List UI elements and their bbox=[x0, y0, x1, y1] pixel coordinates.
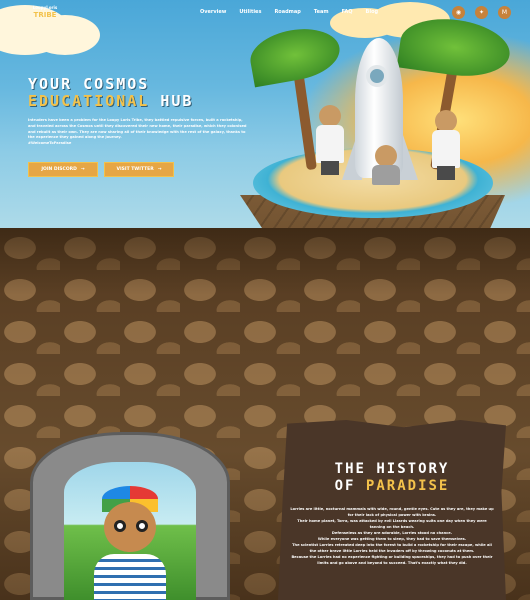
nav-link-roadmap[interactable]: Roadmap bbox=[274, 9, 300, 15]
history-text: Lorries are little, nocturnal mammals wi… bbox=[290, 506, 494, 566]
visit-twitter-button[interactable]: VISIT TWITTER → bbox=[104, 162, 174, 177]
loris-eye bbox=[114, 520, 126, 532]
hero-heading-rest: HUB bbox=[149, 92, 194, 110]
hero-intro-text: Intruders have been a problem for the Lo… bbox=[28, 118, 247, 140]
brand-logo[interactable]: LoopyLoris TRIBE bbox=[28, 5, 62, 21]
loris-portrait-illustration bbox=[64, 462, 196, 600]
nav-menu: Overview Utilities Roadmap Team FAQ Blog bbox=[200, 9, 378, 15]
nav-link-faq[interactable]: FAQ bbox=[342, 9, 353, 15]
hero-intro: Intruders have been a problem for the Lo… bbox=[28, 118, 248, 147]
history-heading-of: OF bbox=[334, 478, 366, 494]
nav-link-utilities[interactable]: Utilities bbox=[239, 9, 261, 15]
nav-link-overview[interactable]: Overview bbox=[200, 9, 226, 15]
history-heading-line2: OF PARADISE bbox=[278, 478, 506, 495]
loris-head bbox=[104, 502, 156, 552]
join-discord-label: JOIN DISCORD bbox=[41, 167, 77, 172]
history-paragraph: Because the Lorries had no experience fi… bbox=[291, 555, 493, 565]
twitter-icon[interactable]: ✦ bbox=[475, 6, 488, 19]
scientist-loris-character bbox=[432, 110, 460, 185]
social-links: ◉ ✦ M bbox=[452, 6, 511, 19]
kneeling-loris-character bbox=[372, 145, 402, 190]
logo-text-tribe: TRIBE bbox=[33, 11, 57, 19]
discord-icon[interactable]: ◉ bbox=[452, 6, 465, 19]
nav-link-blog[interactable]: Blog bbox=[366, 9, 379, 15]
nav-link-team[interactable]: Team bbox=[314, 9, 329, 15]
history-paragraph: Lorries are little, nocturnal mammals wi… bbox=[290, 507, 494, 517]
hero-heading-highlight: EDUCATIONAL bbox=[28, 92, 150, 110]
arrow-right-icon: → bbox=[157, 167, 162, 172]
hero-heading-line1: YOUR COSMOS bbox=[28, 75, 150, 93]
history-heading-line1: THE HISTORY bbox=[334, 461, 450, 477]
join-discord-button[interactable]: JOIN DISCORD → bbox=[28, 162, 98, 177]
top-navigation: LoopyLoris TRIBE Overview Utilities Road… bbox=[0, 0, 530, 26]
rocket-window bbox=[366, 65, 388, 87]
history-heading: THE HISTORY OF PARADISE bbox=[278, 461, 506, 495]
medium-icon[interactable]: M bbox=[498, 6, 511, 19]
hero-hashtag: #WelcomeToParadise bbox=[28, 141, 72, 146]
arrow-right-icon: → bbox=[80, 167, 85, 172]
history-paragraph: Their home planet, Torra, was attacked b… bbox=[297, 519, 487, 529]
scientist-loris-character bbox=[316, 105, 344, 180]
hero-heading: YOUR COSMOS EDUCATIONAL HUB bbox=[28, 76, 193, 110]
hero-heading-line2: EDUCATIONAL HUB bbox=[28, 93, 193, 110]
history-heading-highlight: PARADISE bbox=[365, 478, 450, 494]
history-paragraph: The scientist Lorries retreated deep int… bbox=[292, 543, 492, 553]
striped-shirt bbox=[94, 554, 166, 600]
loris-eye bbox=[136, 520, 148, 532]
visit-twitter-label: VISIT TWITTER bbox=[116, 167, 154, 172]
